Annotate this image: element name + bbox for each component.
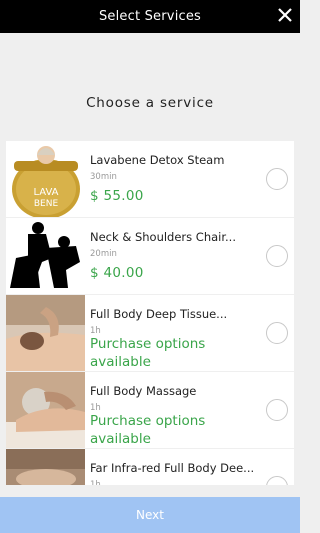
service-item[interactable]: Far Infra-red Full Body Dee... 1h — [6, 449, 294, 485]
service-duration: 20min — [90, 249, 117, 259]
service-thumbnail-infrared — [6, 449, 85, 485]
choose-service-heading: Choose a service — [86, 95, 214, 111]
service-price: $ 55.00 — [90, 188, 144, 204]
service-name: Lavabene Detox Steam — [90, 153, 225, 167]
service-price: $ 40.00 — [90, 265, 144, 281]
service-item[interactable]: LAVA BENE Lavabene Detox Steam 30min $ 5… — [6, 141, 294, 217]
page-title: Select Services — [98, 9, 202, 24]
service-name: Full Body Massage — [90, 384, 197, 398]
service-radio[interactable] — [266, 245, 288, 267]
service-duration: 1h — [90, 480, 101, 485]
service-name: Full Body Deep Tissue... — [90, 307, 228, 321]
steam-logo-text: LAVA — [33, 187, 58, 198]
service-thumbnail-deep-tissue — [6, 295, 85, 371]
top-bar: Select Services — [0, 0, 300, 33]
service-thumbnail-chair — [6, 218, 85, 294]
service-radio[interactable] — [266, 322, 288, 344]
service-list[interactable]: LAVA BENE Lavabene Detox Steam 30min $ 5… — [6, 141, 294, 485]
next-button-label: Next — [136, 508, 164, 522]
service-radio[interactable] — [266, 476, 288, 485]
service-thumbnail-steam: LAVA BENE — [6, 141, 85, 217]
purchase-options-text: Purchase options available — [90, 336, 206, 370]
service-name: Neck & Shoulders Chair... — [90, 230, 236, 244]
service-item[interactable]: Full Body Deep Tissue... 1h Purchase opt… — [6, 295, 294, 371]
service-radio[interactable] — [266, 168, 288, 190]
service-radio[interactable] — [266, 399, 288, 421]
svg-text:BENE: BENE — [34, 199, 59, 209]
next-button[interactable]: Next — [0, 497, 300, 533]
close-icon[interactable] — [276, 6, 294, 24]
service-thumbnail-full-body — [6, 372, 85, 448]
service-item[interactable]: Full Body Massage 1h Purchase options av… — [6, 372, 294, 448]
service-duration: 30min — [90, 172, 117, 182]
service-name: Far Infra-red Full Body Dee... — [90, 461, 255, 475]
service-item[interactable]: Neck & Shoulders Chair... 20min $ 40.00 — [6, 218, 294, 294]
purchase-options-text: Purchase options available — [90, 413, 206, 447]
